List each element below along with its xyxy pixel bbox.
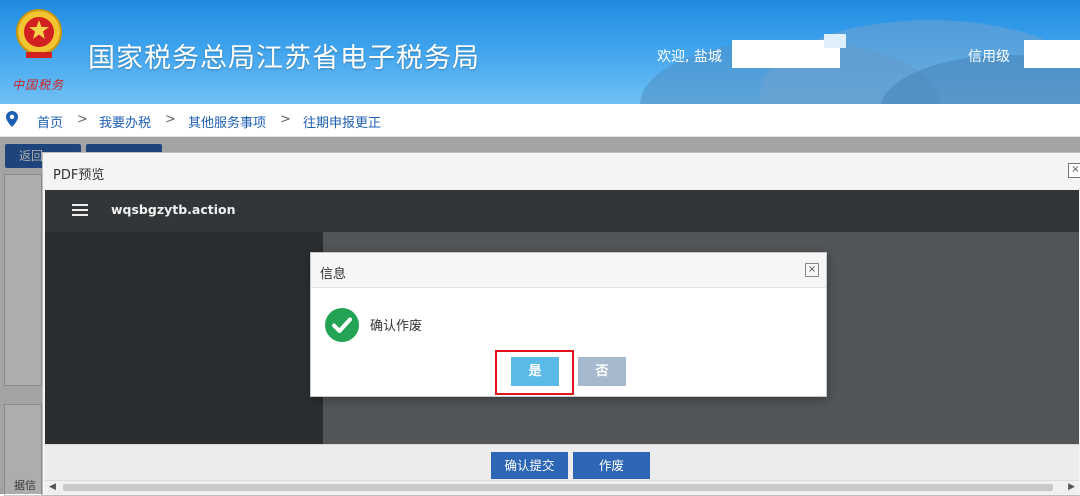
redacted-username [824, 34, 846, 48]
redacted-credit-level [1024, 40, 1080, 68]
pdf-preview-title: PDF预览 [53, 168, 105, 183]
breadcrumb-separator: > [165, 112, 176, 127]
pdf-preview-close-icon[interactable]: × [1068, 163, 1080, 178]
welcome-text: 欢迎, 盐城 [657, 49, 722, 65]
scroll-right-icon[interactable]: ▶ [1068, 482, 1075, 492]
scroll-left-icon[interactable]: ◀ [49, 482, 56, 492]
pdf-file-name: wqsbgzytb.action [111, 202, 236, 217]
dialog-header: 信息 × [311, 253, 826, 288]
breadcrumb-tax-tasks[interactable]: 我要办税 [99, 112, 151, 131]
breadcrumb-separator: > [77, 112, 88, 127]
dialog-title: 信息 [320, 267, 347, 282]
breadcrumb-separator: > [280, 112, 291, 127]
void-button[interactable]: 作废 [573, 452, 650, 479]
tax-emblem-icon [16, 9, 62, 58]
yes-button[interactable]: 是 [511, 357, 559, 386]
location-pin-icon [6, 111, 18, 127]
horizontal-scrollbar[interactable]: ◀ ▶ [45, 480, 1079, 495]
breadcrumb-other-services[interactable]: 其他服务事项 [188, 112, 266, 131]
breadcrumb-home[interactable]: 首页 [37, 112, 63, 131]
scrollbar-thumb[interactable] [63, 484, 1053, 491]
breadcrumb-past-filing-correction[interactable]: 往期申报更正 [303, 112, 381, 131]
pdf-toolbar: wqsbgzytb.action [45, 190, 1079, 232]
success-check-icon [325, 308, 359, 342]
no-button[interactable]: 否 [578, 357, 626, 386]
pdf-footer: 确认提交 作废 [45, 444, 1079, 481]
dialog-message: 确认作废 [370, 319, 423, 334]
site-title: 国家税务总局江苏省电子税务局 [88, 43, 480, 74]
site-header: 中国税务 国家税务总局江苏省电子税务局 欢迎, 盐城 信用级 [0, 0, 1080, 104]
dialog-close-icon[interactable]: × [805, 263, 819, 277]
emblem-caption: 中国税务 [12, 78, 65, 92]
confirm-dialog: 信息 × 确认作废 是 否 [310, 252, 827, 397]
confirm-submit-button[interactable]: 确认提交 [491, 452, 568, 479]
pdf-sidebar [45, 232, 323, 444]
breadcrumb: 首页 > 我要办税 > 其他服务事项 > 往期申报更正 [0, 104, 1080, 137]
credit-level-label: 信用级 [968, 49, 1010, 65]
menu-icon[interactable] [72, 204, 88, 216]
